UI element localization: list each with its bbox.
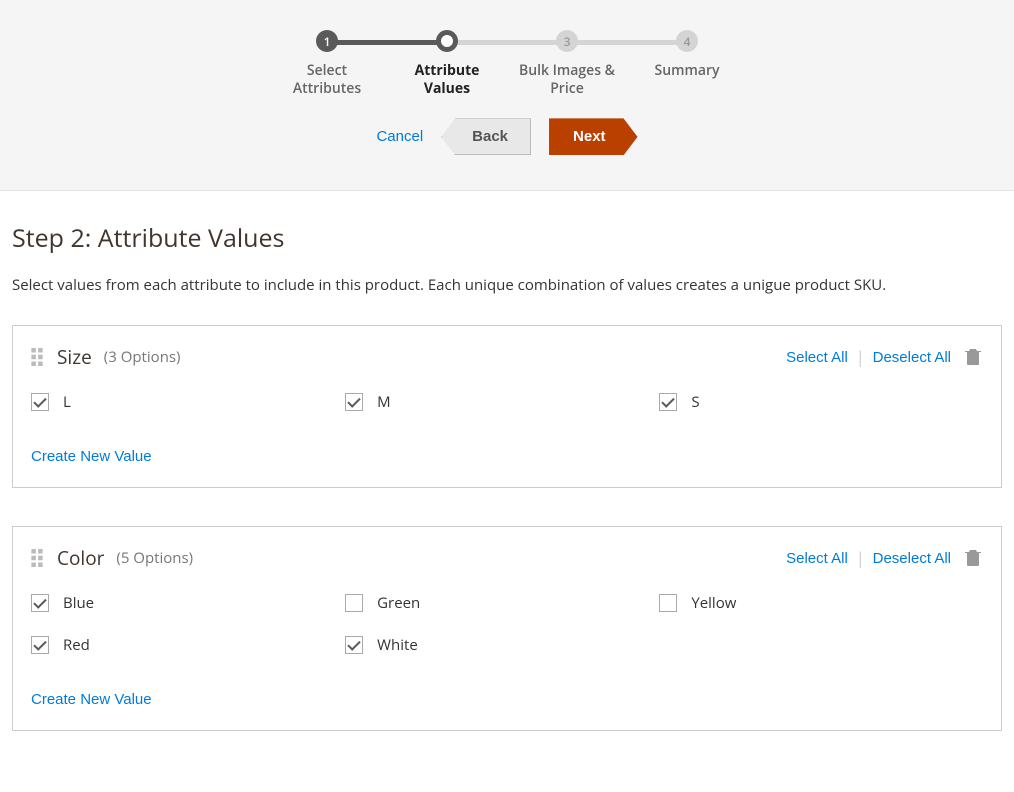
create-new-value-button[interactable]: Create New Value — [31, 448, 152, 465]
step-4: 4 Summary — [627, 30, 747, 80]
option-item: Green — [345, 593, 659, 613]
attribute-actions: Select All | Deselect All — [786, 346, 983, 368]
option-checkbox[interactable] — [659, 393, 677, 411]
option-label: S — [691, 392, 699, 412]
drag-handle-icon[interactable] — [31, 348, 43, 366]
attribute-name: Size — [57, 344, 92, 370]
options-grid: LMS — [31, 392, 983, 434]
step-circle-3: 3 — [556, 30, 578, 52]
attribute-box-color: Color (5 Options) Select All | Deselect All B… — [12, 526, 1002, 731]
wizard-actions: Cancel Back Next — [20, 118, 994, 155]
option-label: L — [63, 392, 71, 412]
option-checkbox[interactable] — [345, 636, 363, 654]
option-label: White — [377, 635, 418, 655]
step-label-1: SelectAttributes — [293, 62, 361, 98]
option-checkbox[interactable] — [31, 594, 49, 612]
step-circle-1: 1 — [316, 30, 338, 52]
next-button[interactable]: Next — [549, 118, 638, 155]
options-grid: Blue Green Yellow Red White — [31, 593, 983, 677]
option-item: White — [345, 635, 659, 655]
step-label-2: AttributeValues — [415, 62, 480, 98]
divider: | — [856, 547, 865, 569]
option-label: M — [377, 392, 391, 412]
trash-icon[interactable] — [963, 547, 983, 569]
option-item: L — [31, 392, 345, 412]
option-item: M — [345, 392, 659, 412]
page-title: Step 2: Attribute Values — [12, 221, 1002, 255]
attribute-header: Size (3 Options) Select All | Deselect All — [31, 344, 983, 370]
attribute-box-size: Size (3 Options) Select All | Deselect All L M… — [12, 325, 1002, 488]
attribute-actions: Select All | Deselect All — [786, 547, 983, 569]
cancel-button[interactable]: Cancel — [376, 128, 423, 145]
wizard-header: 1 SelectAttributes AttributeValues 3 Bul… — [0, 0, 1014, 191]
option-item: Blue — [31, 593, 345, 613]
option-label: Blue — [63, 593, 94, 613]
deselect-all-button[interactable]: Deselect All — [873, 349, 951, 366]
attribute-header: Color (5 Options) Select All | Deselect All — [31, 545, 983, 571]
option-item: Yellow — [659, 593, 973, 613]
drag-handle-icon[interactable] — [31, 549, 43, 567]
trash-icon[interactable] — [963, 346, 983, 368]
option-item: Red — [31, 635, 345, 655]
option-checkbox[interactable] — [659, 594, 677, 612]
option-checkbox[interactable] — [31, 636, 49, 654]
attribute-name: Color — [57, 545, 104, 571]
option-checkbox[interactable] — [345, 393, 363, 411]
create-new-value-button[interactable]: Create New Value — [31, 691, 152, 708]
option-label: Yellow — [691, 593, 736, 613]
content: Step 2: Attribute Values Select values f… — [0, 191, 1014, 789]
page-description: Select values from each attribute to inc… — [12, 273, 1002, 297]
option-checkbox[interactable] — [31, 393, 49, 411]
divider: | — [856, 346, 865, 368]
step-circle-2 — [436, 30, 458, 52]
select-all-button[interactable]: Select All — [786, 550, 848, 567]
step-label-3: Bulk Images &Price — [519, 62, 615, 98]
option-label: Red — [63, 635, 90, 655]
step-circle-4: 4 — [676, 30, 698, 52]
step-label-4: Summary — [655, 62, 720, 80]
back-button[interactable]: Back — [441, 118, 531, 155]
select-all-button[interactable]: Select All — [786, 349, 848, 366]
option-item: S — [659, 392, 973, 412]
option-label: Green — [377, 593, 420, 613]
wizard-steps: 1 SelectAttributes AttributeValues 3 Bul… — [267, 30, 747, 98]
option-checkbox[interactable] — [345, 594, 363, 612]
deselect-all-button[interactable]: Deselect All — [873, 550, 951, 567]
option-count: (5 Options) — [116, 548, 193, 568]
option-count: (3 Options) — [104, 347, 181, 367]
